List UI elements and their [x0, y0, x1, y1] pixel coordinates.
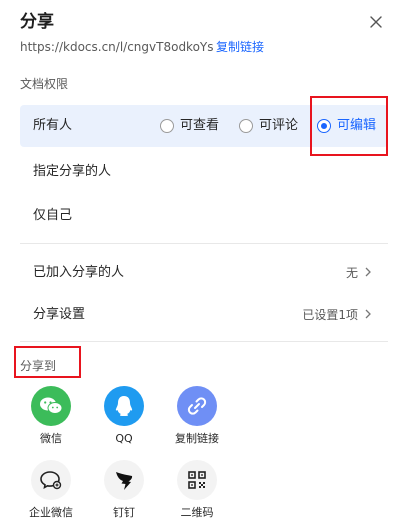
joined-people-row[interactable]: 已加入分享的人 无: [20, 261, 388, 285]
option-comment[interactable]: 可评论: [239, 117, 298, 135]
option-view-label: 可查看: [180, 118, 220, 133]
permissions-section-label: 文档权限: [20, 77, 69, 91]
only-me-option[interactable]: 仅自己: [33, 207, 72, 225]
share-dingtalk[interactable]: 钉钉: [89, 460, 159, 520]
close-button[interactable]: [366, 12, 386, 32]
share-wechat-label: 微信: [40, 432, 62, 445]
option-comment-label: 可评论: [259, 118, 299, 133]
dingtalk-icon: [104, 460, 144, 500]
share-settings-label: 分享设置: [33, 307, 86, 322]
everyone-label: 所有人: [33, 118, 73, 133]
chevron-right-icon: [365, 309, 371, 319]
annotation-box-edit: [310, 96, 388, 156]
share-settings-row[interactable]: 分享设置 已设置1项: [20, 303, 388, 327]
qq-icon: [104, 386, 144, 426]
joined-people-label: 已加入分享的人: [33, 265, 125, 280]
share-qrcode[interactable]: 二维码: [162, 460, 232, 520]
share-wecom-label: 企业微信: [29, 506, 73, 519]
wecom-icon: [31, 460, 71, 500]
link-icon: [177, 386, 217, 426]
copy-link-button[interactable]: 复制链接: [216, 38, 264, 56]
radio-view[interactable]: [160, 119, 174, 133]
option-view[interactable]: 可查看: [160, 117, 219, 135]
share-qq-label: QQ: [115, 432, 133, 445]
annotation-box-share-to: [14, 346, 81, 378]
divider: [20, 341, 388, 342]
share-wecom[interactable]: 企业微信: [16, 460, 86, 520]
share-settings-value: 已设置1项: [302, 308, 358, 322]
share-qrcode-label: 二维码: [180, 506, 214, 519]
share-qq[interactable]: QQ: [89, 386, 159, 446]
specific-people-option[interactable]: 指定分享的人: [33, 163, 111, 181]
chevron-right-icon: [365, 267, 371, 277]
close-icon: [370, 16, 382, 28]
share-wechat[interactable]: 微信: [16, 386, 86, 446]
radio-comment[interactable]: [239, 119, 253, 133]
share-copy-link[interactable]: 复制链接: [162, 386, 232, 446]
joined-people-value: 无: [345, 266, 358, 280]
qrcode-icon: [177, 460, 217, 500]
dialog-title: 分享: [20, 12, 54, 32]
wechat-icon: [31, 386, 71, 426]
share-url: https://kdocs.cn/l/cngvT8odkoYs: [20, 40, 214, 54]
share-copy-link-label: 复制链接: [175, 432, 219, 445]
share-dingtalk-label: 钉钉: [113, 506, 135, 519]
divider: [20, 243, 388, 244]
